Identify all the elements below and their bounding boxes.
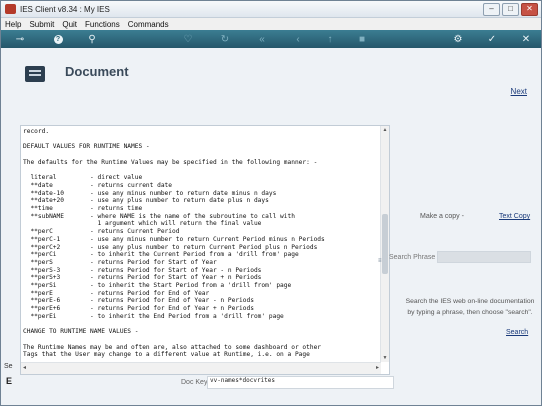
document-text-line: **perC+2 - use any plus number to return… <box>23 243 318 251</box>
scroll-up-arrow-icon[interactable]: ▲ <box>381 126 389 134</box>
app-window: IES Client v8.34 : My IES – □ ✕ Help Sub… <box>0 0 542 406</box>
document-text-line: **perE - returns Period for End of Year <box>23 289 210 297</box>
document-text-line: **perS - returns Period for Start of Yea… <box>23 258 217 266</box>
scroll-left-arrow-icon[interactable]: ◂ <box>23 364 26 371</box>
close-icon[interactable]: ✕ <box>517 30 535 48</box>
document-text-line: **date-10 - use any minus number to retu… <box>23 189 277 197</box>
stop-icon[interactable]: ■ <box>353 30 371 48</box>
copy-label: Make a copy - <box>420 213 464 220</box>
search-link[interactable]: Search <box>506 329 528 336</box>
maximize-button[interactable]: □ <box>502 3 519 16</box>
document-text-line: **perC - returns Current Period <box>23 228 180 236</box>
search-phrase-input[interactable] <box>437 251 531 263</box>
help-icon: ? <box>53 34 63 44</box>
title-bar: IES Client v8.34 : My IES – □ ✕ <box>1 1 541 18</box>
search-phrase-label: Search Phrase <box>389 254 436 261</box>
document-text: record. DEFAULT VALUES FOR RUNTIME NAMES… <box>23 126 378 364</box>
document-text-line: The Runtime Names may be and often are, … <box>23 343 322 351</box>
splitter-handle-icon[interactable]: ≡ <box>378 258 383 268</box>
menu-bar: Help Submit Quit Functions Commands <box>1 18 541 30</box>
document-text-line: DEFAULT VALUES FOR RUNTIME NAMES - <box>23 143 150 151</box>
left-edge-label: Se <box>4 363 13 370</box>
ok-icon[interactable]: ✓ <box>483 30 501 48</box>
scroll-right-arrow-icon[interactable]: ▸ <box>376 364 379 371</box>
horizontal-scrollbar[interactable]: ◂ ▸ <box>21 362 381 374</box>
next-link[interactable]: Next <box>511 87 527 96</box>
document-text-line: 1 argument which will return the final v… <box>23 220 262 228</box>
settings-icon[interactable]: ⚙ <box>449 30 467 48</box>
document-text-line <box>23 336 378 344</box>
document-text-panel: record. DEFAULT VALUES FOR RUNTIME NAMES… <box>20 125 390 375</box>
document-text-line: record. <box>23 128 50 135</box>
document-text-line: **time - returns time <box>23 205 143 213</box>
window-title: IES Client v8.34 : My IES <box>20 4 110 14</box>
doc-key-label: Doc Key <box>181 379 208 386</box>
app-icon <box>5 4 16 14</box>
refresh-icon[interactable]: ↻ <box>216 30 234 48</box>
document-text-line: **date+20 - use any plus number to retur… <box>23 197 269 205</box>
document-text-line: **perS+3 - returns Period for Start of Y… <box>23 274 262 282</box>
menu-submit[interactable]: Submit <box>25 20 58 29</box>
document-text-line <box>23 136 378 144</box>
key-icon[interactable]: ⊸ <box>11 30 29 48</box>
menu-functions[interactable]: Functions <box>81 20 124 29</box>
text-copy-link[interactable]: Text Copy <box>499 213 530 220</box>
document-text-line: CHANGE TO RUNTIME NAME VALUES - <box>23 328 139 336</box>
menu-commands[interactable]: Commands <box>124 20 173 29</box>
up-icon[interactable]: ↑ <box>321 30 339 48</box>
main-content: Document Next record. DEFAULT VALUES FOR… <box>1 48 541 405</box>
document-text-line: **perSi - to inherit the Start Period fr… <box>23 282 292 290</box>
document-text-line <box>23 167 378 175</box>
rewind-icon[interactable]: « <box>253 30 271 48</box>
menu-quit[interactable]: Quit <box>58 20 81 29</box>
document-text-line: **perCi - to inherit the Current Period … <box>23 251 299 259</box>
document-text-line: **perS-3 - returns Period for Start of Y… <box>23 266 262 274</box>
window-controls: – □ ✕ <box>483 3 538 16</box>
document-text-line: The defaults for the Runtime Values may … <box>23 158 318 166</box>
document-text-line: **date - returns current date <box>23 181 173 189</box>
document-text-line: **subNAME - where NAME is the name of th… <box>23 212 295 220</box>
heart-icon[interactable]: ♡ <box>179 30 197 48</box>
toolbar: ⊸ ? ⚲ ♡ ↻ « ‹ ↑ ■ ⚙ ✓ ✕ <box>1 30 541 48</box>
document-text-line: **perEi - to inherit the End Period from… <box>23 312 284 320</box>
page-title: Document <box>65 64 129 79</box>
left-edge-icon: E <box>6 376 13 386</box>
document-text-line: **perE-6 - returns Period for End of Yea… <box>23 297 254 305</box>
doc-key-field[interactable]: vv-names*docvrites <box>207 376 394 389</box>
document-text-line: **perC-1 - use any minus number to retur… <box>23 235 325 243</box>
vertical-scrollbar[interactable]: ▲ ▼ <box>380 126 389 362</box>
document-text-line <box>23 151 378 159</box>
search-icon[interactable]: ⚲ <box>83 30 101 48</box>
scroll-down-arrow-icon[interactable]: ▼ <box>381 354 389 362</box>
minimize-button[interactable]: – <box>483 3 500 16</box>
document-text-line: literal - direct value <box>23 174 143 182</box>
back-icon[interactable]: ‹ <box>289 30 307 48</box>
document-text-line: **perE+6 - returns Period for End of Yea… <box>23 305 254 313</box>
search-help-text: Search the IES web on-line documentation… <box>405 298 535 316</box>
document-text-line: Tags that the User may change to a diffe… <box>23 351 310 359</box>
document-text-line <box>23 321 378 329</box>
help-button[interactable]: ? <box>49 30 67 48</box>
menu-help[interactable]: Help <box>1 20 25 29</box>
document-icon <box>25 66 45 82</box>
close-window-button[interactable]: ✕ <box>521 3 538 16</box>
